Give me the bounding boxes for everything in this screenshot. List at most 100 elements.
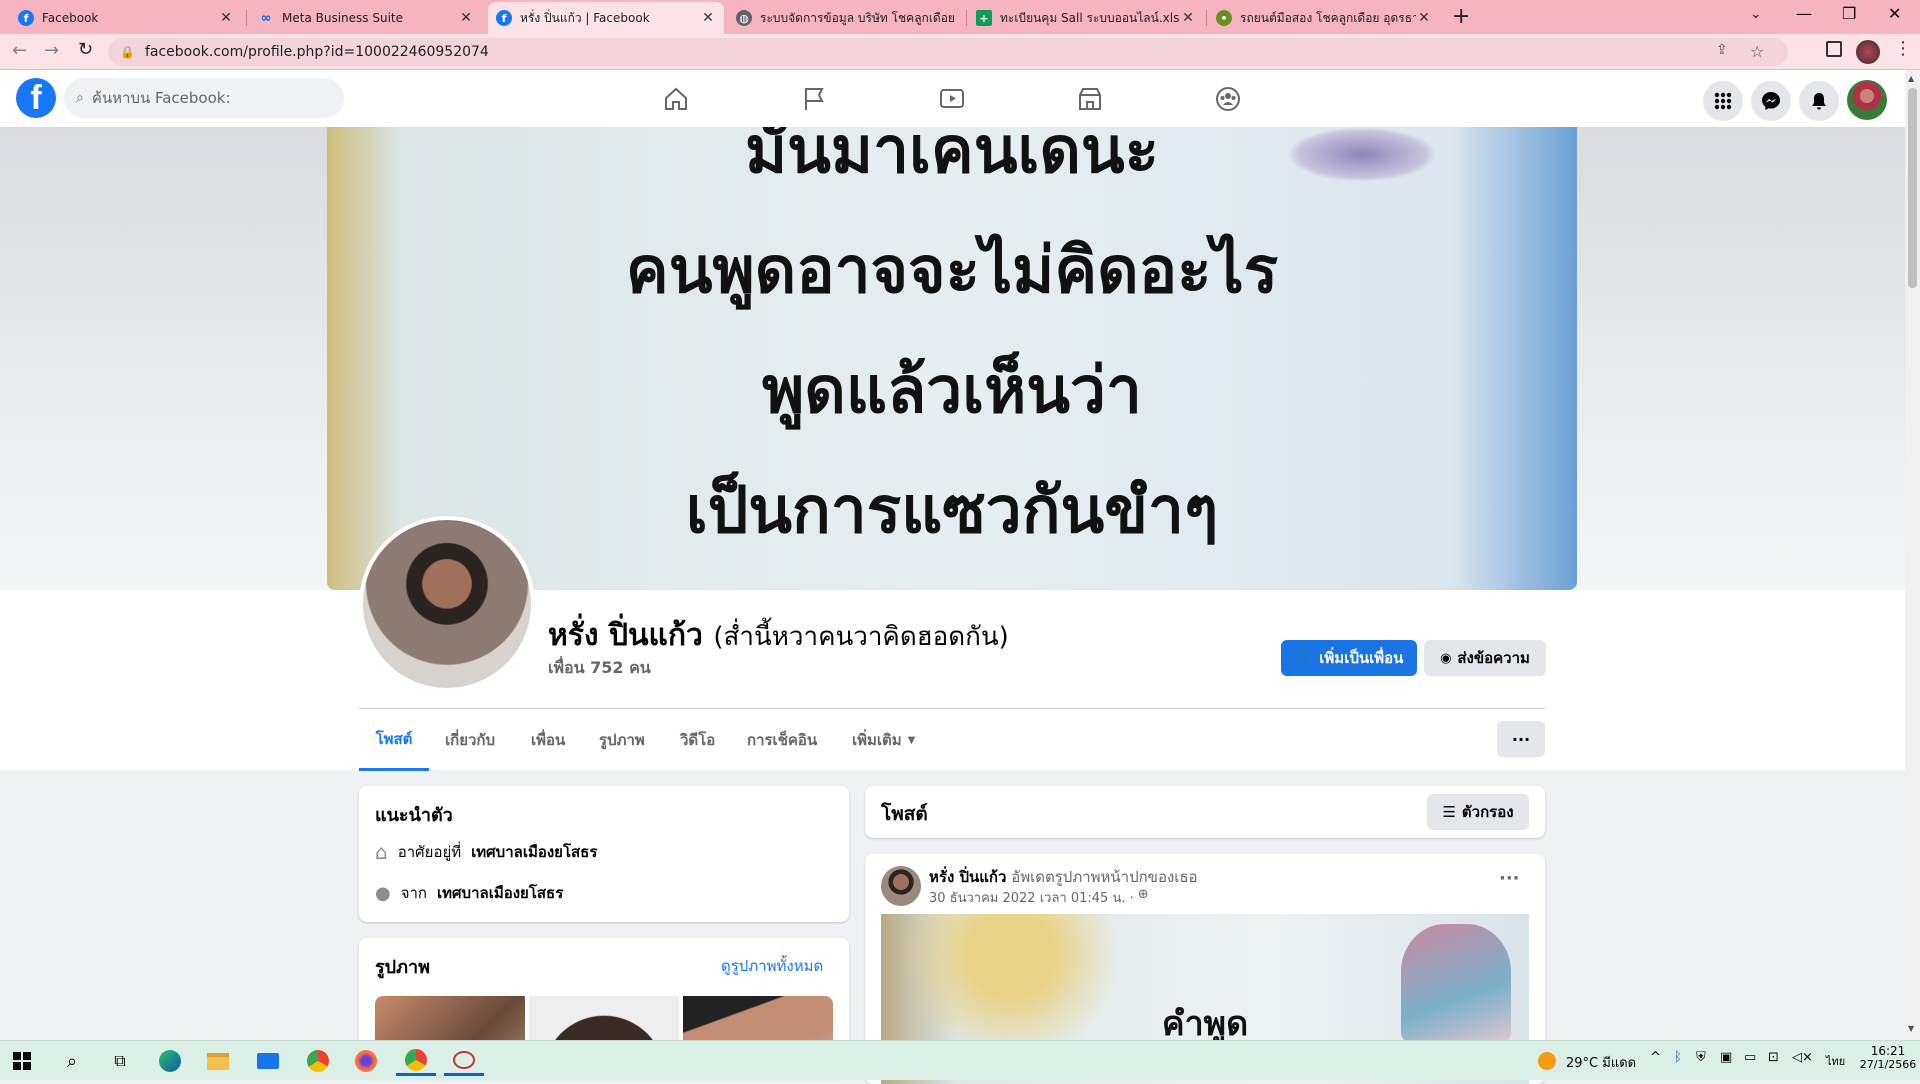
close-icon[interactable]: ✕ [458,10,474,26]
close-icon[interactable]: ✕ [1180,10,1196,26]
taskbar-search-icon[interactable]: ⌕ [52,1046,92,1076]
browser-tab[interactable]: ∞ Meta Business Suite ✕ [250,2,482,34]
cover-photo[interactable]: มันมาเคนเดนะ คนพูดอาจจะไม่คิดอะไร พูดแล้… [327,127,1577,590]
tab-videos[interactable]: วิดีโอ [680,709,715,771]
browser-tab[interactable]: ◍ ระบบจัดการข้อมูล บริษัท โชคลูกเดือย อ [728,2,964,34]
tab-more[interactable]: เพิ่มเติม ▼ [852,709,915,771]
watch-video-nav-icon[interactable] [896,78,1008,120]
restore-icon[interactable]: ❐ [1842,4,1856,23]
account-avatar[interactable] [1847,80,1887,120]
window-close-icon[interactable]: ✕ [1888,4,1901,23]
post-header-text: หรั่ง ปิ่นแก้ว อัพเดตรูปภาพหน้าปกของเธอ [929,865,1198,889]
input-language[interactable]: ไทย [1826,1052,1845,1070]
add-friend-button[interactable]: 👤 เพิ่มเป็นเพื่อน [1281,640,1417,676]
pages-flag-nav-icon[interactable] [758,78,870,120]
messenger-icon[interactable] [1751,81,1791,121]
tray-app-icon[interactable]: ▣ [1720,1050,1732,1065]
post-author-avatar[interactable] [881,866,921,906]
tab-title: ระบบจัดการข้อมูล บริษัท โชคลูกเดือย อ [760,10,956,25]
menu-grid-icon[interactable] [1703,81,1743,121]
volume-muted-icon[interactable]: ◁× [1792,1050,1813,1065]
tab-title: Facebook [42,11,99,25]
paint-app-icon[interactable] [444,1046,484,1076]
filter-button[interactable]: ☰ ตัวกรอง [1427,794,1529,830]
chrome-icon[interactable] [298,1046,338,1076]
chevron-up-icon[interactable]: ^ [1650,1050,1661,1065]
post-action-text: อัพเดตรูปภาพหน้าปกของเธอ [1011,868,1198,886]
new-tab-icon[interactable]: + [1452,4,1470,29]
public-globe-icon: ⊕ [1137,887,1149,902]
weather-text[interactable]: 29°C มีแดด [1566,1052,1636,1073]
post-timestamp[interactable]: 30 ธันวาคม 2022 เวลา 01:45 น. · [929,887,1134,908]
profile-picture[interactable] [359,516,535,692]
security-icon[interactable]: ⛨ [1696,1050,1706,1065]
browser-tab[interactable]: • รถยนต์มือสอง โชคลูกเดือย อุดรธานี ✕ [1208,2,1440,34]
edge-icon[interactable] [150,1046,190,1076]
clock[interactable]: 16:21 27/1/2566 [1860,1044,1916,1071]
pen-hand-decoration [1401,924,1511,1044]
notifications-bell-icon[interactable] [1799,81,1839,121]
lives-place-link[interactable]: เทศบาลเมืองยโสธร [471,840,597,864]
page-scrollbar[interactable]: ▲ ▼ [1905,70,1920,1040]
tab-checkins[interactable]: การเช็คอิน [747,709,817,771]
tab-more-label: เพิ่มเติม [852,731,902,749]
close-icon[interactable]: ✕ [700,10,716,26]
search-input[interactable]: ⌕ ค้นหาบน Facebook: [64,78,344,118]
post-timestamp-row: 30 ธันวาคม 2022 เวลา 01:45 น. · ⊕ [929,887,1149,908]
chrome-menu-icon[interactable]: ⋮ [1894,38,1912,59]
add-friend-label: เพิ่มเป็นเพื่อน [1319,649,1404,667]
lives-in-row: ⌂ อาศัยอยู่ที่ เทศบาลเมืองยโสธร [375,840,597,864]
more-options-button[interactable]: ··· [1497,721,1545,757]
clock-date: 27/1/2566 [1859,1058,1917,1071]
profile-avatar[interactable] [1856,40,1880,64]
tab-search-icon[interactable]: ⌄ [1750,6,1762,22]
task-view-icon[interactable]: ⧉ [100,1046,140,1076]
facebook-logo[interactable]: f [16,78,56,118]
cover-text-line: เป็นการแซวกันขำๆ [685,474,1219,548]
tab-photos[interactable]: รูปภาพ [599,709,645,771]
windows-start-icon[interactable] [2,1046,42,1076]
firefox-icon[interactable] [346,1046,386,1076]
post-options-icon[interactable]: ··· [1499,868,1520,889]
profile-name: หรั่ง ปิ่นแก้ว (ส่ำนี้หวาคนวาคิดฮอดกัน) [548,612,1009,659]
profile-alt-name: (ส่ำนี้หวาคนวาคิดฮอดกัน) [713,622,1009,652]
address-bar[interactable]: 🔒 facebook.com/profile.php?id=1000224609… [108,38,1788,66]
share-icon[interactable]: ⇪ [1716,42,1728,58]
post-author-link[interactable]: หรั่ง ปิ่นแก้ว [929,868,1006,886]
cover-text-line: พูดแล้วเห็นว่า [762,354,1142,428]
file-explorer-icon[interactable] [198,1046,238,1076]
side-panel-icon[interactable] [1826,41,1842,57]
tab-posts[interactable]: โพสต์ [359,709,429,771]
tab-about[interactable]: เกี่ยวกับ [445,709,495,771]
mail-icon[interactable] [248,1046,288,1076]
forward-icon[interactable]: → [44,40,59,61]
bluetooth-icon[interactable]: ᛒ [1674,1050,1682,1065]
home-icon: ⌂ [375,840,388,864]
display-icon[interactable]: ▭ [1744,1050,1756,1065]
scrollbar-thumb[interactable] [1908,88,1917,288]
marketplace-nav-icon[interactable] [1034,78,1146,120]
back-icon[interactable]: ← [12,40,27,61]
reload-icon[interactable]: ↻ [78,39,93,60]
see-all-photos-link[interactable]: ดูรูปภาพทั้งหมด [721,954,823,978]
chrome-profile-icon-active[interactable] [396,1046,436,1076]
weather-sun-icon [1538,1052,1556,1070]
close-icon[interactable]: ✕ [218,10,234,26]
minimize-icon[interactable]: — [1796,4,1812,23]
facebook-icon: f [18,10,34,26]
from-place-link[interactable]: เทศบาลเมืองยโสธร [437,881,563,905]
tab-title: หรั่ง ปิ่นแก้ว | Facebook [520,10,650,25]
lock-icon: 🔒 [120,45,135,59]
close-icon[interactable]: ✕ [1416,10,1432,26]
tab-friends[interactable]: เพื่อน [531,709,565,771]
browser-tab-active[interactable]: f หรั่ง ปิ่นแก้ว | Facebook ✕ [488,2,724,34]
browser-tab[interactable]: + ทะเบียนคุม Sall ระบบออนไลน์.xlsx - G ✕ [968,2,1204,34]
home-nav-icon[interactable] [620,78,732,120]
message-button[interactable]: ◉ ส่งข้อความ [1424,640,1546,676]
network-icon[interactable]: ⊡ [1768,1050,1779,1065]
groups-nav-icon[interactable] [1172,78,1284,120]
browser-tab[interactable]: f Facebook ✕ [10,2,242,34]
bookmark-star-icon[interactable]: ☆ [1750,42,1764,61]
photos-title: รูปภาพ [375,957,430,978]
site-icon: • [1216,10,1232,26]
